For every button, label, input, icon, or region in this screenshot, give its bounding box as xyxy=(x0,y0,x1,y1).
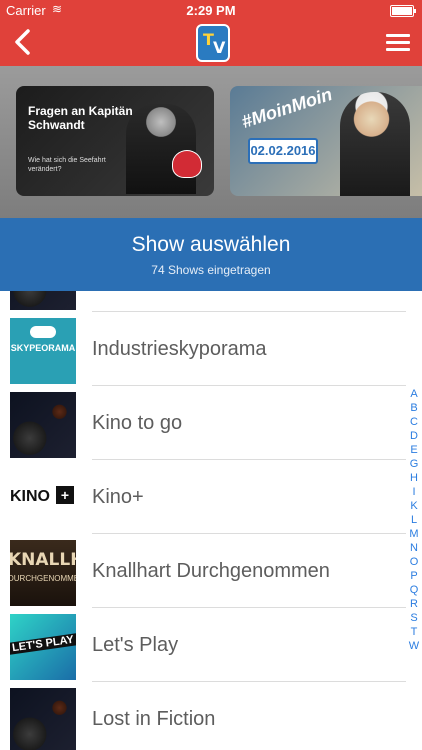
hamburger-menu-icon[interactable] xyxy=(386,34,410,52)
thumbnail-text: LET'S PLAY xyxy=(10,633,76,655)
index-letter-h[interactable]: H xyxy=(406,471,422,485)
show-name: Knallhart Durchgenommen xyxy=(92,560,330,582)
show-name: Kino+ xyxy=(92,486,144,508)
nav-bar: TV xyxy=(0,20,422,66)
index-letter-q[interactable]: Q xyxy=(406,583,422,597)
index-letter-l[interactable]: L xyxy=(406,513,422,527)
status-bar: Carrier ≋ 2:29 PM xyxy=(0,0,422,20)
card-subtitle: Wie hat sich die Seefahrt verändert? xyxy=(28,157,106,173)
featured-card-kapitaen[interactable]: Fragen an Kapitän Schwandt Wie hat sich … xyxy=(16,86,214,196)
list-item[interactable] xyxy=(0,291,422,312)
card-date: 02.02.2016 xyxy=(248,138,318,164)
thumbnail-subtext: DURCHGENOMMEN xyxy=(10,574,76,583)
list-item[interactable]: KINO + Kino+ xyxy=(0,460,422,534)
thumbnail-text: KNALLHAR xyxy=(10,550,76,570)
show-name: Lost in Fiction xyxy=(92,708,216,730)
featured-carousel[interactable]: Fragen an Kapitän Schwandt Wie hat sich … xyxy=(0,66,422,218)
show-thumbnail: SKYPEORAMA xyxy=(10,318,76,384)
show-list[interactable]: SKYPEORAMA Industrieskyporama Kino to go… xyxy=(0,291,422,750)
plus-icon: + xyxy=(56,486,74,504)
card-person-image xyxy=(340,92,410,196)
index-letter-c[interactable]: C xyxy=(406,415,422,429)
show-thumbnail: KINO + xyxy=(10,466,76,532)
index-letter-i[interactable]: I xyxy=(406,485,422,499)
show-thumbnail xyxy=(10,688,76,750)
show-thumbnail xyxy=(10,392,76,458)
index-letter-e[interactable]: E xyxy=(406,443,422,457)
cloud-icon xyxy=(30,326,56,338)
index-letter-m[interactable]: M xyxy=(406,527,422,541)
index-letter-w[interactable]: W xyxy=(406,639,422,653)
index-letter-r[interactable]: R xyxy=(406,597,422,611)
list-item[interactable]: SKYPEORAMA Industrieskyporama xyxy=(0,312,422,386)
chevron-left-icon[interactable] xyxy=(10,28,36,56)
alphabet-index[interactable]: ABCDEGHIKLMNOPQRSTW xyxy=(406,387,422,653)
page-title: Show auswählen xyxy=(131,233,291,256)
featured-card-moinmoin[interactable]: #MoinMoin 02.02.2016 xyxy=(230,86,422,196)
list-item[interactable]: Kino to go xyxy=(0,386,422,460)
index-letter-t[interactable]: T xyxy=(406,625,422,639)
index-letter-a[interactable]: A xyxy=(406,387,422,401)
index-letter-o[interactable]: O xyxy=(406,555,422,569)
show-name: Let's Play xyxy=(92,634,179,656)
thumbnail-text: SKYPEORAMA xyxy=(10,343,76,353)
index-letter-n[interactable]: N xyxy=(406,541,422,555)
app-logo: TV xyxy=(196,24,230,62)
section-header: Show auswählen 74 Shows eingetragen xyxy=(0,218,422,291)
index-letter-d[interactable]: D xyxy=(406,429,422,443)
index-letter-p[interactable]: P xyxy=(406,569,422,583)
list-item[interactable]: Lost in Fiction xyxy=(0,682,422,750)
index-letter-k[interactable]: K xyxy=(406,499,422,513)
show-thumbnail: KNALLHAR DURCHGENOMMEN xyxy=(10,540,76,606)
status-time: 2:29 PM xyxy=(186,3,236,18)
index-letter-s[interactable]: S xyxy=(406,611,422,625)
card-person-image xyxy=(126,104,196,194)
show-name: Kino to go xyxy=(92,412,183,434)
battery-icon xyxy=(390,5,416,17)
list-item[interactable]: LET'S PLAY Let's Play xyxy=(0,608,422,682)
card-hashtag: #MoinMoin xyxy=(239,86,335,133)
show-count: 74 Shows eingetragen xyxy=(151,263,271,277)
index-letter-b[interactable]: B xyxy=(406,401,422,415)
show-thumbnail: LET'S PLAY xyxy=(10,614,76,680)
list-item[interactable]: KNALLHAR DURCHGENOMMEN Knallhart Durchge… xyxy=(0,534,422,608)
thumbnail-text: KINO xyxy=(10,488,50,505)
show-thumbnail xyxy=(10,291,76,310)
heart-logo-icon xyxy=(172,150,202,178)
index-letter-g[interactable]: G xyxy=(406,457,422,471)
show-name: Industrieskyporama xyxy=(92,338,267,360)
